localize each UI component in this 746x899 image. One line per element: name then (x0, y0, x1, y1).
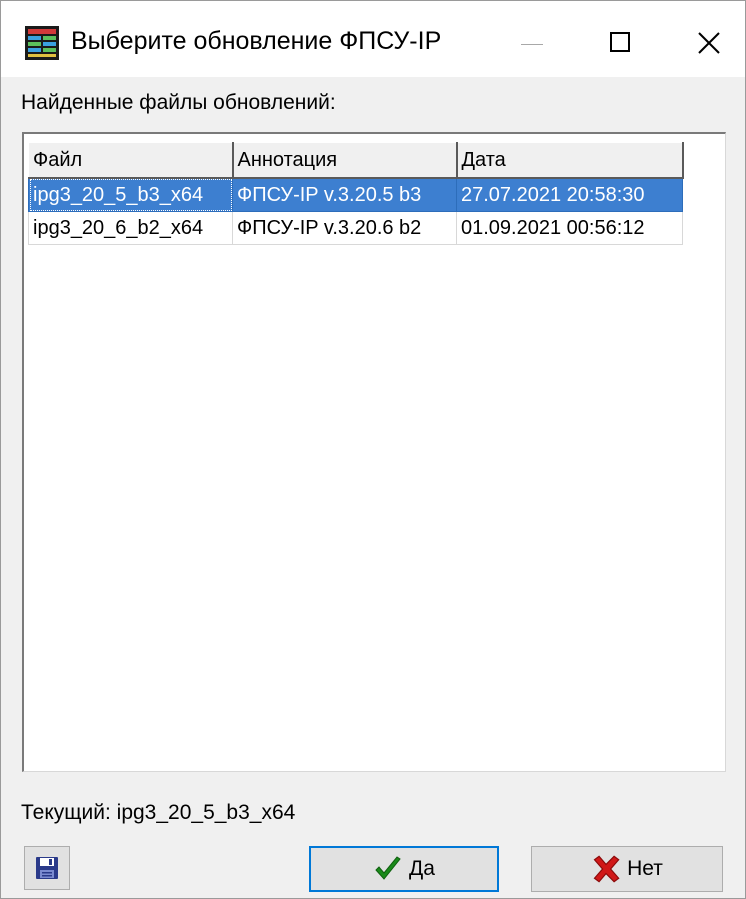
cell-annotation[interactable]: ФПСУ-IP v.3.20.5 b3 (232, 177, 457, 212)
no-button-label: Нет (627, 857, 663, 880)
cell-date[interactable]: 01.09.2021 00:56:12 (456, 211, 683, 245)
minimize-button[interactable] (491, 1, 571, 77)
no-button[interactable]: Нет (531, 846, 723, 892)
column-header-file[interactable]: Файл (28, 142, 234, 179)
table-row[interactable]: ipg3_20_5_b3_x64 ФПСУ-IP v.3.20.5 b3 27.… (28, 177, 683, 212)
cell-file[interactable]: ipg3_20_6_b2_x64 (28, 211, 233, 245)
yes-button-label: Да (409, 857, 435, 880)
current-version-label: Текущий: ipg3_20_5_b3_x64 (21, 801, 296, 824)
cell-annotation[interactable]: ФПСУ-IP v.3.20.6 b2 (232, 211, 457, 245)
updates-list[interactable]: Файл Аннотация Дата ipg3_20_5_b3_x64 ФПС… (22, 132, 726, 772)
close-icon (698, 32, 720, 54)
column-header-annotation[interactable]: Аннотация (232, 142, 458, 179)
title-bar[interactable]: Выберите обновление ФПСУ-IP (1, 1, 745, 77)
table-header-row: Файл Аннотация Дата (28, 142, 684, 179)
minimize-icon (521, 44, 543, 45)
grid-app-icon (25, 26, 59, 60)
update-dialog: Выберите обновление ФПСУ-IP Найденные фа… (0, 0, 746, 899)
maximize-button[interactable] (579, 1, 659, 77)
maximize-icon (610, 32, 630, 52)
table-row[interactable]: ipg3_20_6_b2_x64 ФПСУ-IP v.3.20.6 b2 01.… (28, 211, 683, 245)
checkmark-icon (375, 856, 401, 880)
save-button[interactable] (24, 846, 70, 890)
close-button[interactable] (665, 1, 745, 77)
found-files-label: Найденные файлы обновлений: (21, 91, 336, 114)
yes-button[interactable]: Да (309, 846, 499, 892)
updates-table: Файл Аннотация Дата ipg3_20_5_b3_x64 ФПС… (28, 142, 684, 245)
floppy-disk-icon (36, 857, 58, 879)
window-title: Выберите обновление ФПСУ-IP (71, 27, 442, 55)
cell-date[interactable]: 27.07.2021 20:58:30 (456, 177, 683, 212)
cross-icon (593, 855, 620, 883)
cell-file[interactable]: ipg3_20_5_b3_x64 (28, 177, 233, 212)
column-header-date[interactable]: Дата (456, 142, 684, 179)
